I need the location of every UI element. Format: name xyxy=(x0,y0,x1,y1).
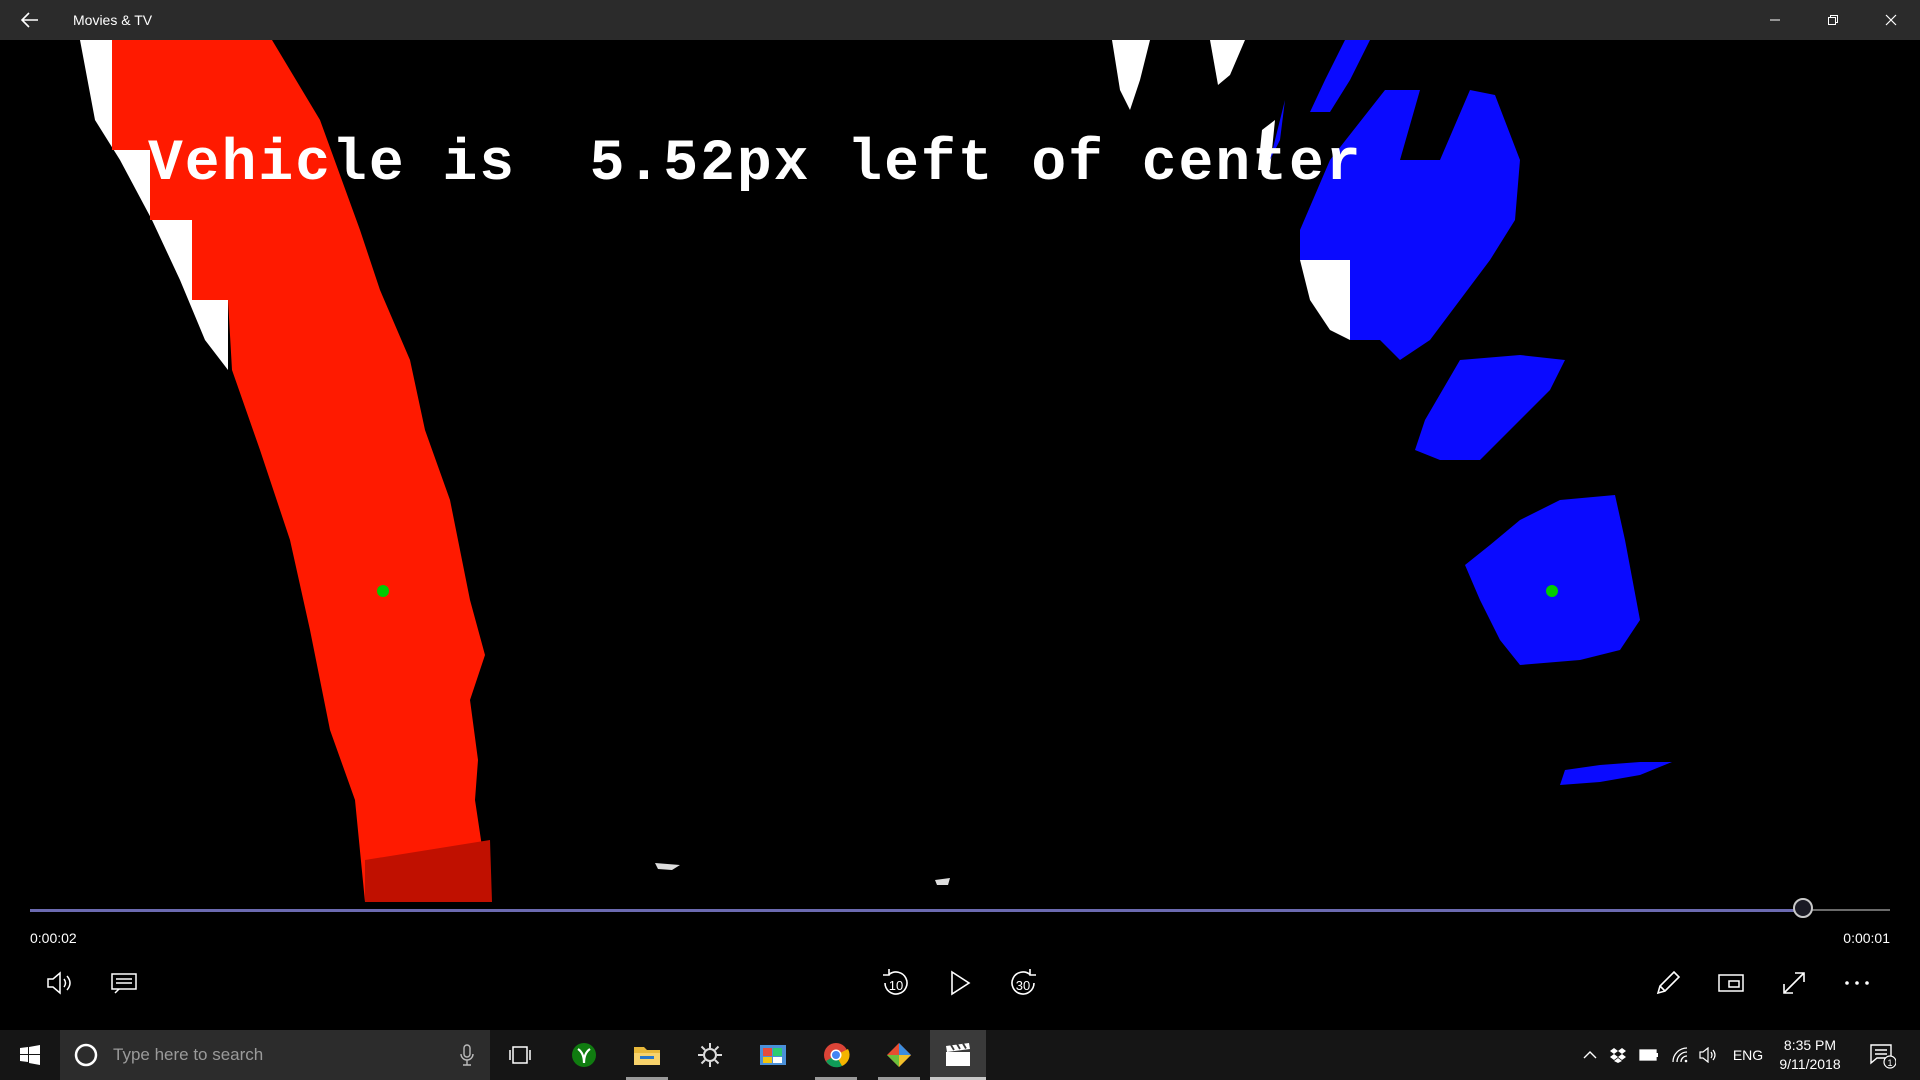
volume-button[interactable] xyxy=(38,960,84,1006)
right-lane-center-marker xyxy=(1546,585,1558,597)
file-explorer-app[interactable] xyxy=(622,1030,672,1080)
xbox-app[interactable] xyxy=(559,1030,609,1080)
gear-light-icon xyxy=(698,1043,722,1067)
fullscreen-icon xyxy=(1783,972,1805,994)
notification-icon: 1 xyxy=(1870,1044,1896,1069)
start-button[interactable] xyxy=(0,1030,60,1080)
taskbar: Type here to search ENG 8:35 PM 9/11/201… xyxy=(0,1030,1920,1080)
volume-tray[interactable] xyxy=(1697,1030,1721,1080)
microphone-icon[interactable] xyxy=(460,1044,474,1066)
play-button[interactable] xyxy=(937,960,983,1006)
chrome-icon xyxy=(824,1043,850,1068)
wifi-tray[interactable] xyxy=(1668,1030,1692,1080)
right-lane-blob xyxy=(1465,495,1640,665)
seek-bar[interactable] xyxy=(30,898,1890,918)
search-box[interactable]: Type here to search xyxy=(60,1030,490,1080)
title-bar: Movies & TV xyxy=(0,0,1920,40)
action-center-button[interactable]: 1 xyxy=(1862,1030,1902,1080)
right-lane-blob xyxy=(1310,40,1370,112)
right-lane-blob xyxy=(1560,762,1672,785)
road-speck xyxy=(1112,40,1150,110)
search-input[interactable]: Type here to search xyxy=(113,1045,263,1065)
paint-app[interactable] xyxy=(748,1030,798,1080)
movies-tv-app[interactable] xyxy=(930,1030,986,1080)
battery-tray[interactable] xyxy=(1637,1030,1661,1080)
right-lane-edge xyxy=(1300,260,1350,340)
xbox-icon xyxy=(572,1043,596,1067)
pencil-icon xyxy=(1656,970,1681,995)
wifi-icon xyxy=(1672,1047,1688,1063)
folder-icon xyxy=(634,1047,660,1065)
taskbar-clock[interactable]: 8:35 PM 9/11/2018 xyxy=(1760,1036,1860,1074)
skip-forward-30-icon: 30 xyxy=(1011,969,1036,995)
clapperboard-icon xyxy=(946,1043,970,1066)
mini-view-button[interactable] xyxy=(1708,960,1754,1006)
skip-forward-button[interactable]: 30 xyxy=(1000,960,1046,1006)
show-hidden-icons-button[interactable] xyxy=(1578,1030,1602,1080)
elapsed-time: 0:00:02 xyxy=(30,930,77,946)
road-speck xyxy=(655,863,680,870)
subtitles-icon xyxy=(111,973,137,994)
seek-thumb[interactable] xyxy=(1792,898,1813,918)
seek-progress xyxy=(30,909,1803,912)
clock-time: 8:35 PM xyxy=(1783,1037,1837,1053)
git-diamond-icon xyxy=(887,1043,911,1067)
clock-date: 9/11/2018 xyxy=(1779,1056,1841,1072)
close-icon xyxy=(1885,14,1897,26)
window-controls xyxy=(1746,0,1920,40)
remaining-time: 0:00:01 xyxy=(1843,930,1890,946)
chevron-up-icon xyxy=(1583,1051,1597,1059)
settings-app[interactable] xyxy=(685,1030,735,1080)
fullscreen-button[interactable] xyxy=(1771,960,1817,1006)
dropbox-icon xyxy=(1610,1048,1626,1063)
restore-button[interactable] xyxy=(1804,0,1862,40)
app-title: Movies & TV xyxy=(73,12,153,28)
video-frame[interactable]: Vehicle is 5.52px left of center xyxy=(0,40,1920,920)
subtitles-button[interactable] xyxy=(101,960,147,1006)
svg-text:30: 30 xyxy=(1016,978,1030,993)
battery-icon xyxy=(1639,1049,1658,1061)
minimize-button[interactable] xyxy=(1746,0,1804,40)
more-options-button[interactable] xyxy=(1834,960,1880,1006)
svg-text:10: 10 xyxy=(889,978,903,993)
dropbox-tray[interactable] xyxy=(1606,1030,1630,1080)
back-button[interactable] xyxy=(0,0,60,40)
restore-icon xyxy=(1828,15,1838,25)
windows-logo-icon xyxy=(20,1045,40,1065)
skip-back-10-icon: 10 xyxy=(883,969,908,995)
volume-icon xyxy=(47,971,71,995)
vehicle-offset-text: Vehicle is 5.52px left of center xyxy=(148,132,1363,197)
play-icon xyxy=(951,970,971,996)
paint-icon xyxy=(760,1045,786,1065)
road-speck xyxy=(1210,40,1245,85)
mini-view-icon xyxy=(1718,974,1744,992)
cortana-icon xyxy=(74,1043,98,1067)
task-view-button[interactable] xyxy=(495,1030,545,1080)
edit-button[interactable] xyxy=(1645,960,1691,1006)
road-speck xyxy=(935,878,950,885)
left-lane-center-marker xyxy=(377,585,389,597)
right-lane-blob xyxy=(1415,355,1565,460)
svg-text:1: 1 xyxy=(1887,1058,1892,1068)
chrome-app[interactable] xyxy=(811,1030,861,1080)
task-view-icon xyxy=(509,1046,531,1064)
back-arrow-icon xyxy=(21,12,38,28)
more-icon xyxy=(1845,981,1869,985)
git-app[interactable] xyxy=(874,1030,924,1080)
close-button[interactable] xyxy=(1862,0,1920,40)
speaker-icon xyxy=(1699,1047,1716,1063)
skip-back-button[interactable]: 10 xyxy=(873,960,919,1006)
minimize-icon xyxy=(1770,19,1780,21)
